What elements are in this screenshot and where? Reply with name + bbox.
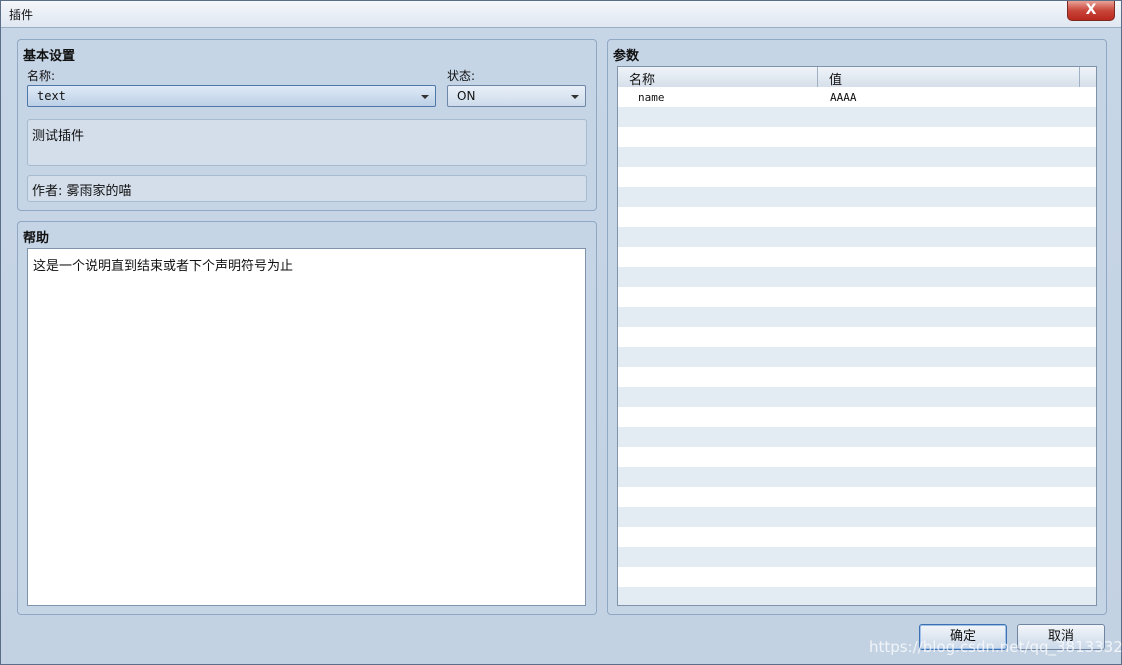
table-row[interactable] bbox=[618, 447, 1096, 467]
help-text: 这是一个说明直到结束或者下个声明符号为止 bbox=[33, 259, 294, 274]
params-table-header: 名称 值 bbox=[618, 67, 1096, 88]
table-row[interactable] bbox=[618, 187, 1096, 207]
table-row[interactable] bbox=[618, 547, 1096, 567]
column-header-filler bbox=[1080, 67, 1096, 87]
table-row[interactable] bbox=[618, 567, 1096, 587]
table-row[interactable] bbox=[618, 267, 1096, 287]
table-row[interactable] bbox=[618, 527, 1096, 547]
table-row[interactable] bbox=[618, 587, 1096, 605]
name-select-value: text bbox=[37, 89, 66, 103]
author-text: 作者: 雾雨家的喵 bbox=[32, 184, 132, 199]
table-row[interactable] bbox=[618, 207, 1096, 227]
param-value-cell: AAAA bbox=[830, 91, 857, 104]
status-label: 状态: bbox=[447, 69, 476, 83]
params-title: 参数 bbox=[613, 49, 640, 64]
plugin-dialog: 插件 X 基本设置 名称: text 状态: ON 测试插件 作者: 雾雨家的喵… bbox=[0, 0, 1122, 665]
table-row[interactable] bbox=[618, 247, 1096, 267]
column-header-value[interactable]: 值 bbox=[818, 67, 1080, 88]
table-row[interactable] bbox=[618, 127, 1096, 147]
help-title: 帮助 bbox=[23, 231, 50, 246]
watermark: https://blog.csdn.net/qq_38133323 bbox=[869, 638, 1122, 656]
window-title: 插件 bbox=[9, 8, 34, 22]
basic-settings-title: 基本设置 bbox=[23, 49, 76, 64]
chevron-down-icon bbox=[421, 95, 429, 99]
author-box: 作者: 雾雨家的喵 bbox=[27, 175, 587, 202]
table-row[interactable] bbox=[618, 507, 1096, 527]
column-header-name[interactable]: 名称 bbox=[618, 67, 818, 88]
status-select[interactable]: ON bbox=[447, 85, 586, 107]
description-text: 测试插件 bbox=[32, 129, 85, 144]
table-row[interactable] bbox=[618, 467, 1096, 487]
table-row[interactable] bbox=[618, 487, 1096, 507]
table-row[interactable] bbox=[618, 227, 1096, 247]
table-row[interactable] bbox=[618, 367, 1096, 387]
table-row[interactable] bbox=[618, 407, 1096, 427]
status-select-value: ON bbox=[457, 89, 476, 103]
params-table-body: name AAAA bbox=[618, 87, 1096, 605]
chevron-down-icon bbox=[571, 95, 579, 99]
table-row[interactable] bbox=[618, 107, 1096, 127]
param-name-cell: name bbox=[638, 91, 665, 104]
help-textarea[interactable]: 这是一个说明直到结束或者下个声明符号为止 bbox=[27, 248, 586, 606]
close-button[interactable]: X bbox=[1067, 1, 1115, 21]
table-row[interactable] bbox=[618, 327, 1096, 347]
name-label: 名称: bbox=[27, 69, 56, 83]
name-select[interactable]: text bbox=[27, 85, 436, 107]
table-row[interactable] bbox=[618, 427, 1096, 447]
table-row[interactable] bbox=[618, 167, 1096, 187]
table-row[interactable] bbox=[618, 147, 1096, 167]
params-table[interactable]: 名称 值 name AAAA bbox=[617, 66, 1097, 606]
table-row[interactable] bbox=[618, 347, 1096, 367]
description-box: 测试插件 bbox=[27, 119, 587, 166]
table-row[interactable] bbox=[618, 287, 1096, 307]
table-row[interactable] bbox=[618, 387, 1096, 407]
table-row[interactable]: name AAAA bbox=[618, 87, 1096, 107]
table-row[interactable] bbox=[618, 307, 1096, 327]
title-bar: 插件 X bbox=[1, 1, 1121, 28]
